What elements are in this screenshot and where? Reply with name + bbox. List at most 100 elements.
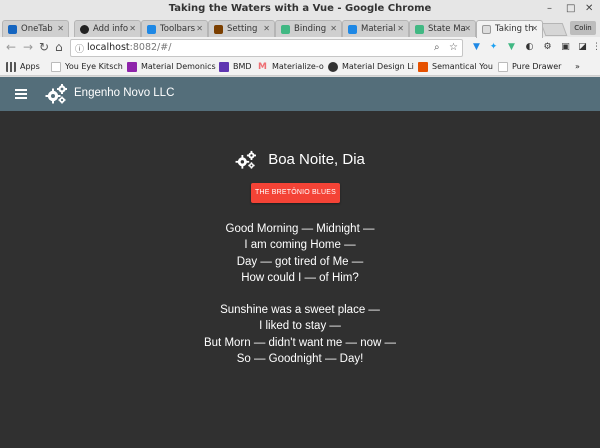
extension-icon[interactable]: ▣	[560, 42, 571, 53]
bookmark-apps[interactable]: Apps	[6, 62, 40, 72]
tab-state-management[interactable]: State Ma ✕	[409, 20, 476, 37]
onetab-favicon-icon	[8, 25, 17, 34]
poem-line: I liked to stay —	[259, 320, 341, 333]
tab-taking-the-waters[interactable]: Taking th ✕	[476, 20, 543, 38]
minimize-icon[interactable]: –	[547, 3, 552, 15]
tab-binding[interactable]: Binding ✕	[275, 20, 342, 37]
close-tab-icon[interactable]: ✕	[196, 24, 203, 33]
greeting-text: Boa Noite, Dia	[268, 151, 365, 168]
tab-toolbars[interactable]: Toolbars ✕	[141, 20, 208, 37]
poem: Good Morning — Midnight — I am coming Ho…	[0, 221, 600, 383]
greeting-heading: Boa Noite, Dia	[0, 149, 600, 170]
tab-label: OneTab	[21, 24, 53, 34]
close-tab-icon[interactable]: ✕	[263, 24, 270, 33]
home-icon[interactable]: ⌂	[55, 40, 63, 54]
bootstrap-icon	[219, 62, 229, 72]
close-tab-icon[interactable]: ✕	[531, 24, 538, 33]
vue-devtools-icon[interactable]: ▼	[506, 42, 517, 53]
close-tab-icon[interactable]: ✕	[57, 24, 64, 33]
page-favicon-icon	[482, 25, 491, 34]
tab-label: Material	[361, 24, 396, 34]
forward-icon[interactable]: →	[23, 40, 33, 54]
new-tab-button[interactable]	[540, 23, 568, 36]
bookmark-you-eye-kitsch[interactable]: You Eye Kitsch	[51, 62, 123, 72]
poem-line: Day — got tired of Me —	[236, 255, 364, 268]
tab-material[interactable]: Material ✕	[342, 20, 409, 37]
bretonio-blues-button[interactable]: THE BRETÔNIO BLUES	[251, 183, 340, 203]
tab-label: State Ma	[428, 24, 466, 34]
bookmark-material-design-lite[interactable]: Material Design Li	[328, 62, 414, 72]
window-titlebar: Taking the Waters with a Vue - Google Ch…	[0, 0, 600, 19]
bookmark-label: Material Design Li	[342, 62, 414, 71]
extension-icon[interactable]: ◪	[577, 42, 588, 53]
poem-line: I am coming Home —	[244, 239, 356, 252]
profile-button[interactable]: Colin	[570, 21, 596, 35]
bookmark-label: Apps	[20, 62, 40, 71]
vuetify-favicon-icon	[147, 25, 156, 34]
bookmark-semantical-you[interactable]: Semantical You	[418, 62, 493, 72]
tab-label: Add info	[93, 24, 129, 34]
page-icon	[498, 62, 508, 72]
bookmarks-bar: Apps You Eye Kitsch Material Demonics BM…	[0, 59, 600, 76]
mdl-icon	[328, 62, 338, 72]
poem-stanza: Good Morning — Midnight — I am coming Ho…	[0, 221, 600, 286]
vuetify-extension-icon[interactable]: ▼	[471, 42, 482, 53]
maximize-icon[interactable]: □	[566, 3, 575, 15]
poem-line: But Morn — didn't want me — now —	[203, 336, 397, 349]
app-title: Engenho Novo LLC	[74, 87, 175, 99]
gears-icon	[235, 150, 257, 169]
poem-line: So — Goodnight — Day!	[236, 353, 364, 366]
setting-favicon-icon	[214, 25, 223, 34]
bookmark-material-demonics[interactable]: Material Demonics	[127, 62, 216, 72]
close-tab-icon[interactable]: ✕	[129, 24, 136, 33]
poem-stanza: Sunshine was a sweet place — I liked to …	[0, 302, 600, 367]
close-tab-icon[interactable]: ✕	[464, 24, 471, 33]
tab-label: Binding	[294, 24, 327, 34]
tab-label: Taking th	[495, 24, 534, 34]
page-icon	[51, 62, 61, 72]
materialize-icon: M	[258, 62, 267, 72]
bookmark-label: You Eye Kitsch	[65, 62, 123, 71]
vue-favicon-icon	[415, 25, 424, 34]
bookmark-label: Semantical You	[432, 62, 493, 71]
chrome-menu-icon[interactable]: ⋮	[591, 42, 600, 53]
site-info-icon[interactable]: ⓘ	[75, 42, 84, 55]
browser-toolbar: ← → ↻ ⌂ ⓘ localhost:8082/#/ ⌕ ☆ ▼ ✦ ▼ ◐ …	[0, 37, 600, 59]
url-host: localhost	[87, 42, 130, 53]
menu-icon[interactable]	[15, 89, 27, 99]
vuetify-favicon-icon	[348, 25, 357, 34]
gears-logo-icon	[45, 84, 67, 104]
close-window-icon[interactable]: ✕	[585, 3, 593, 15]
tab-strip: OneTab ✕ Add info ✕ Toolbars ✕ Setting ✕…	[0, 19, 600, 38]
bookmark-bmd[interactable]: BMD	[219, 62, 252, 72]
bookmark-pure-drawer[interactable]: Pure Drawer	[498, 62, 561, 72]
bookmark-label: BMD	[233, 62, 252, 71]
app-toolbar: Engenho Novo LLC	[0, 77, 600, 111]
url-text: localhost:8082/#/	[87, 42, 171, 53]
back-icon[interactable]: ←	[6, 40, 16, 54]
twitter-extension-icon[interactable]: ✦	[488, 42, 499, 53]
extension-icon[interactable]: ◐	[524, 42, 535, 53]
bookmark-star-icon[interactable]: ☆	[449, 42, 458, 53]
poem-line: How could I — of Him?	[241, 271, 359, 284]
close-tab-icon[interactable]: ✕	[330, 24, 337, 33]
reload-icon[interactable]: ↻	[39, 40, 49, 54]
semantic-icon	[418, 62, 428, 72]
close-tab-icon[interactable]: ✕	[397, 24, 404, 33]
poem-line: Good Morning — Midnight —	[225, 223, 375, 235]
address-bar[interactable]: ⓘ localhost:8082/#/ ⌕ ☆	[70, 39, 463, 57]
poem-line: Sunshine was a sweet place —	[220, 304, 380, 317]
url-path: :8082/#/	[129, 42, 172, 53]
vue-favicon-icon	[281, 25, 290, 34]
bookmark-label: Materialize-o	[272, 62, 324, 71]
material-icon	[127, 62, 137, 72]
tab-add-info[interactable]: Add info ✕	[74, 20, 141, 37]
bookmark-materialize[interactable]: M Materialize-o	[258, 62, 324, 72]
tab-onetab[interactable]: OneTab ✕	[2, 20, 69, 37]
extension-icon[interactable]: ⚙	[542, 42, 553, 53]
tab-setting[interactable]: Setting ✕	[208, 20, 275, 37]
zoom-icon[interactable]: ⌕	[434, 42, 440, 53]
bookmark-label: Material Demonics	[141, 62, 216, 71]
github-favicon-icon	[80, 25, 89, 34]
bookmarks-overflow-button[interactable]: »	[575, 62, 580, 71]
